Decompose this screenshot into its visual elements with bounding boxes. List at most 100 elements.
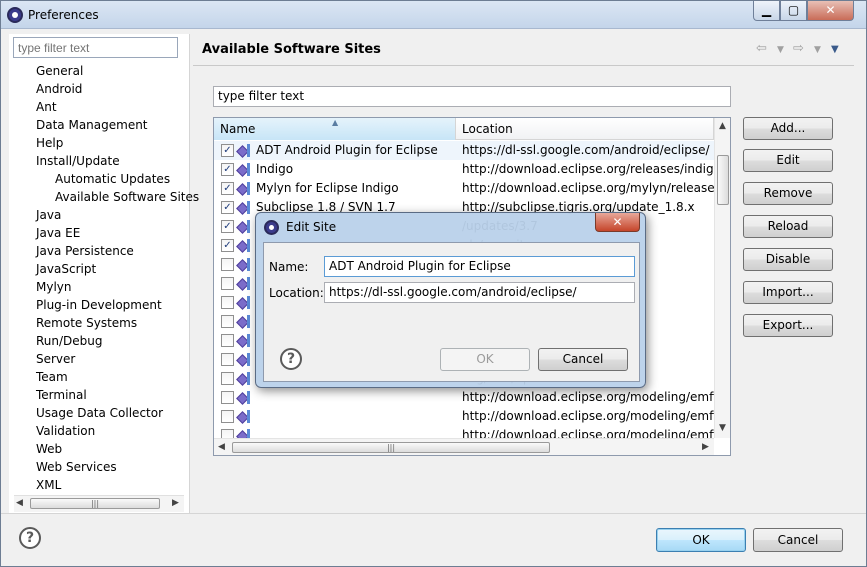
tree-item[interactable]: JavaScript bbox=[9, 260, 190, 278]
enabled-checkbox[interactable]: ✓ bbox=[221, 163, 234, 176]
enabled-checkbox[interactable] bbox=[221, 258, 234, 271]
cancel-button[interactable]: Cancel bbox=[753, 528, 843, 552]
help-icon[interactable]: ? bbox=[19, 527, 41, 549]
enabled-checkbox[interactable] bbox=[221, 391, 234, 404]
forward-menu-chevron-icon[interactable]: ▼ bbox=[814, 45, 821, 55]
ok-button[interactable]: OK bbox=[656, 528, 746, 552]
enabled-checkbox[interactable]: ✓ bbox=[221, 201, 234, 214]
table-row[interactable]: ✓ ADT Android Plugin for Eclipse https://d… bbox=[214, 141, 714, 160]
name-label: Name: bbox=[269, 260, 309, 274]
dialog-ok-button[interactable]: OK bbox=[440, 348, 530, 371]
tree-item[interactable]: Usage Data Collector bbox=[9, 404, 190, 422]
scroll-left-icon[interactable]: ◀ bbox=[16, 498, 23, 508]
enabled-checkbox[interactable] bbox=[221, 353, 234, 366]
tree-filter-input[interactable] bbox=[13, 37, 178, 58]
table-row[interactable]: ✓ Indigo http://download.eclipse.org/relea… bbox=[214, 160, 714, 179]
scroll-up-icon[interactable]: ▲ bbox=[719, 121, 726, 131]
tree-item[interactable]: Android bbox=[9, 80, 190, 98]
tree-item[interactable]: Mylyn bbox=[9, 278, 190, 296]
tree-item[interactable]: Remote Systems bbox=[9, 314, 190, 332]
forward-arrow-icon[interactable]: ⇨ bbox=[793, 41, 804, 56]
import-button[interactable]: Import... bbox=[743, 281, 833, 304]
table-row[interactable]: http://download.eclipse.org/modeling/emf… bbox=[214, 388, 714, 407]
tree-item[interactable]: General bbox=[9, 62, 190, 80]
view-menu-icon[interactable]: ▼ bbox=[831, 44, 839, 55]
tree-item[interactable]: Automatic Updates bbox=[9, 170, 190, 188]
table-horizontal-scrollbar[interactable]: ◀ ||| ▶ bbox=[214, 438, 714, 455]
table-header: ▲ Name Location bbox=[214, 118, 714, 140]
dialog-close-button[interactable]: ✕ bbox=[595, 213, 640, 232]
enabled-checkbox[interactable] bbox=[221, 410, 234, 423]
sort-ascending-icon: ▲ bbox=[332, 118, 339, 127]
scroll-right-icon[interactable]: ▶ bbox=[702, 442, 709, 452]
update-site-icon bbox=[238, 296, 252, 309]
enabled-checkbox[interactable]: ✓ bbox=[221, 239, 234, 252]
tree-item[interactable]: Available Software Sites bbox=[9, 188, 199, 206]
tree-item[interactable]: Terminal bbox=[9, 386, 190, 404]
title-bar: Preferences ▁ ▢ ✕ bbox=[1, 1, 866, 29]
enabled-checkbox[interactable]: ✓ bbox=[221, 182, 234, 195]
column-header-location[interactable]: Location bbox=[456, 118, 714, 140]
tree-item[interactable]: Install/Update bbox=[9, 152, 190, 170]
remove-button[interactable]: Remove bbox=[743, 182, 833, 205]
column-header-name[interactable]: ▲ Name bbox=[214, 118, 456, 140]
scroll-down-icon[interactable]: ▼ bbox=[719, 423, 726, 433]
enabled-checkbox[interactable] bbox=[221, 315, 234, 328]
tree-item[interactable]: Run/Debug bbox=[9, 332, 190, 350]
dialog-body: Name: ADT Android Plugin for Eclipse Loc… bbox=[263, 242, 640, 382]
enabled-checkbox[interactable] bbox=[221, 296, 234, 309]
edit-button[interactable]: Edit bbox=[743, 149, 833, 172]
add-button[interactable]: Add... bbox=[743, 117, 833, 140]
help-icon[interactable]: ? bbox=[280, 348, 302, 370]
dialog-cancel-button[interactable]: Cancel bbox=[538, 348, 628, 371]
tree-item[interactable]: Java EE bbox=[9, 224, 190, 242]
export-button[interactable]: Export... bbox=[743, 314, 833, 337]
tree-item[interactable]: Server bbox=[9, 350, 190, 368]
scroll-right-icon[interactable]: ▶ bbox=[172, 498, 179, 508]
scrollbar-thumb[interactable]: ||| bbox=[30, 498, 160, 509]
back-arrow-icon[interactable]: ⇦ bbox=[756, 41, 767, 56]
tree-item[interactable]: Java Persistence bbox=[9, 242, 190, 260]
enabled-checkbox[interactable] bbox=[221, 334, 234, 347]
page-title: Available Software Sites bbox=[202, 42, 381, 57]
tree-item[interactable]: Data Management bbox=[9, 116, 190, 134]
tree-item[interactable]: XML bbox=[9, 476, 190, 494]
site-location-cell: http://download.eclipse.org/modeling/emf… bbox=[462, 409, 714, 423]
tree-item[interactable]: Help bbox=[9, 134, 190, 152]
update-site-icon bbox=[238, 391, 252, 404]
enabled-checkbox[interactable] bbox=[221, 277, 234, 290]
update-site-icon bbox=[238, 258, 252, 271]
back-menu-chevron-icon[interactable]: ▼ bbox=[777, 45, 784, 55]
minimize-button[interactable]: ▁ bbox=[753, 1, 780, 21]
table-row[interactable]: ✓ Mylyn for Eclipse Indigo http://download… bbox=[214, 179, 714, 198]
enabled-checkbox[interactable]: ✓ bbox=[221, 220, 234, 233]
maximize-button[interactable]: ▢ bbox=[780, 1, 807, 21]
preferences-tree-panel: GeneralAndroidAntData ManagementHelpInst… bbox=[9, 34, 199, 513]
disable-button[interactable]: Disable bbox=[743, 248, 833, 271]
scrollbar-thumb[interactable]: ||| bbox=[232, 442, 550, 453]
tree-horizontal-scrollbar[interactable]: ◀ ||| ▶ bbox=[14, 495, 184, 512]
update-site-icon bbox=[238, 334, 252, 347]
close-window-button[interactable]: ✕ bbox=[807, 1, 854, 21]
sites-filter-input[interactable]: type filter text bbox=[213, 86, 731, 107]
tree-item[interactable]: Validation bbox=[9, 422, 190, 440]
tree-item[interactable]: Plug-in Development bbox=[9, 296, 190, 314]
tree-item[interactable]: Java bbox=[9, 206, 190, 224]
table-vertical-scrollbar[interactable]: ▲ ▼ bbox=[714, 118, 730, 438]
enabled-checkbox[interactable]: ✓ bbox=[221, 144, 234, 157]
tree-item[interactable]: Team bbox=[9, 368, 190, 386]
title-separator bbox=[193, 65, 854, 66]
scrollbar-thumb[interactable] bbox=[717, 155, 729, 205]
name-field[interactable]: ADT Android Plugin for Eclipse bbox=[324, 256, 635, 277]
site-location-cell: http://download.eclipse.org/modeling/emf… bbox=[462, 390, 714, 404]
enabled-checkbox[interactable] bbox=[221, 372, 234, 385]
tree-item[interactable]: Web Services bbox=[9, 458, 190, 476]
scroll-left-icon[interactable]: ◀ bbox=[218, 442, 225, 452]
table-row[interactable]: http://download.eclipse.org/modeling/emf… bbox=[214, 407, 714, 426]
window-title: Preferences bbox=[28, 8, 99, 22]
reload-button[interactable]: Reload bbox=[743, 215, 833, 238]
location-field[interactable]: https://dl-ssl.google.com/android/eclips… bbox=[324, 282, 635, 303]
tree-item[interactable]: Ant bbox=[9, 98, 190, 116]
update-site-icon bbox=[238, 220, 252, 233]
tree-item[interactable]: Web bbox=[9, 440, 190, 458]
